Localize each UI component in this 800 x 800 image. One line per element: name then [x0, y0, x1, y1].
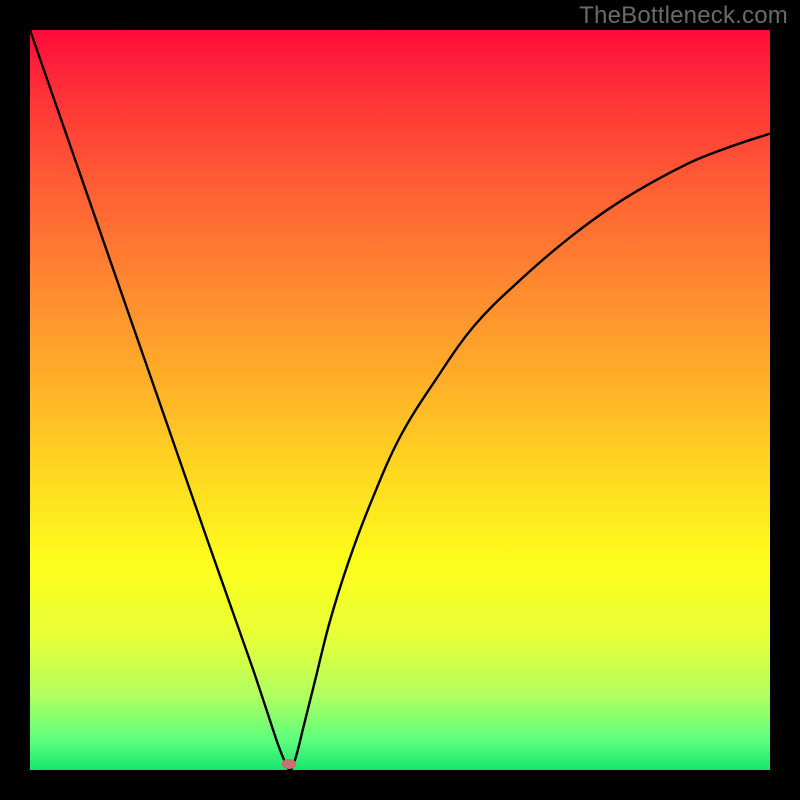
min-point-marker	[282, 759, 297, 769]
chart-frame: TheBottleneck.com	[0, 0, 800, 800]
watermark-text: TheBottleneck.com	[579, 2, 788, 30]
plot-area	[30, 30, 770, 770]
bottleneck-curve	[30, 30, 770, 770]
